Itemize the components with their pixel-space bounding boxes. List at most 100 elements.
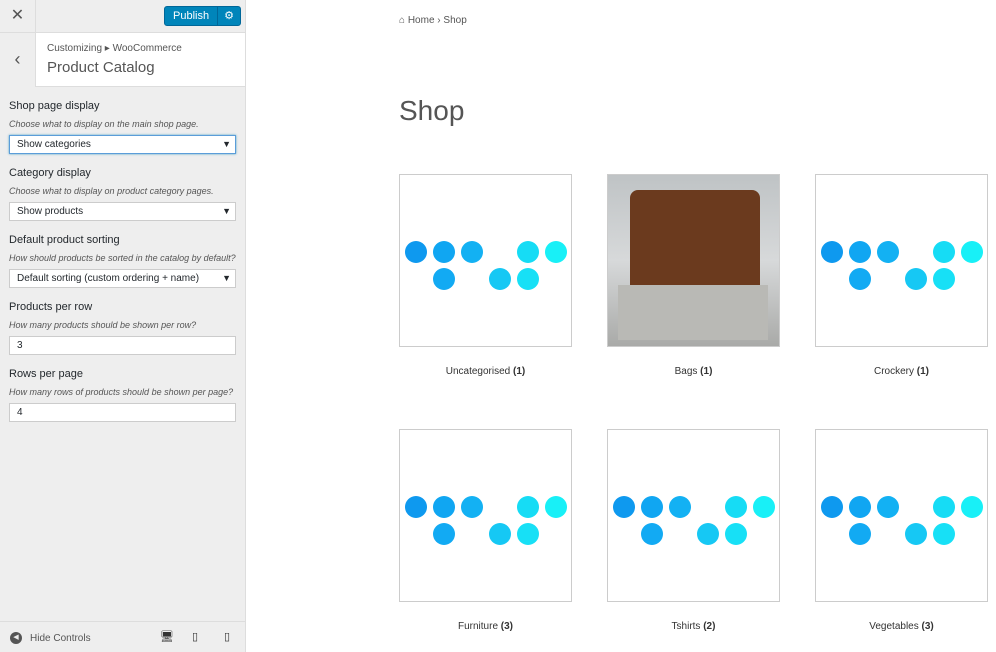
hide-controls-button[interactable]: ◀ Hide Controls xyxy=(10,632,91,644)
home-link[interactable]: Home xyxy=(408,15,435,26)
placeholder-dot xyxy=(433,523,455,545)
page-title: Shop xyxy=(399,95,465,126)
placeholder-dot xyxy=(877,496,899,518)
placeholder-dot xyxy=(405,241,427,263)
category-title[interactable]: Vegetables (3) xyxy=(815,621,988,632)
category-title[interactable]: Tshirts (2) xyxy=(607,621,780,632)
setting-description: How many products should be shown per ro… xyxy=(9,320,197,330)
dropdown-arrow-icon: ▼ xyxy=(222,206,231,216)
home-icon: ⌂ xyxy=(399,15,406,26)
dropdown-arrow-icon: ▼ xyxy=(222,139,231,149)
category-card[interactable]: Tshirts (2) xyxy=(607,429,780,632)
setting-select[interactable]: Default sorting (custom ordering + name)… xyxy=(9,269,236,288)
category-card[interactable]: Uncategorised (1) xyxy=(399,174,572,377)
setting-3: Products per row How many products shoul… xyxy=(9,301,236,355)
placeholder-dot xyxy=(933,241,955,263)
setting-description: How should products be sorted in the cat… xyxy=(9,253,236,263)
back-button[interactable]: ‹ xyxy=(0,33,36,87)
placeholder-dot xyxy=(725,496,747,518)
category-card[interactable]: Vegetables (3) xyxy=(815,429,988,632)
placeholder-dot xyxy=(821,496,843,518)
placeholder-dot xyxy=(433,496,455,518)
placeholder-dot xyxy=(697,523,719,545)
setting-label: Default product sorting xyxy=(9,234,120,246)
placeholder-dot xyxy=(641,496,663,518)
placeholder-dot xyxy=(821,241,843,263)
placeholder-dot xyxy=(405,496,427,518)
setting-label: Shop page display xyxy=(9,100,100,112)
breadcrumb-current: Shop xyxy=(443,15,467,26)
placeholder-dot xyxy=(961,241,983,263)
shop-preview: ⌂ Home › Shop Shop Uncategorised (1) Bags… xyxy=(246,0,996,652)
setting-input[interactable]: 3 xyxy=(9,336,236,355)
setting-1: Category display Choose what to display … xyxy=(9,167,236,221)
placeholder-dot xyxy=(849,241,871,263)
placeholder-dot xyxy=(613,496,635,518)
placeholder-dot xyxy=(517,268,539,290)
setting-2: Default product sorting How should produ… xyxy=(9,234,236,288)
category-title[interactable]: Bags (1) xyxy=(607,366,780,377)
setting-label: Products per row xyxy=(9,301,93,313)
publish-button[interactable]: Publish ⚙ xyxy=(164,6,241,26)
placeholder-dot xyxy=(849,496,871,518)
setting-select[interactable]: Show categories ▼ xyxy=(9,135,236,154)
setting-description: How many rows of products should be show… xyxy=(9,387,234,397)
category-card[interactable]: Furniture (3) xyxy=(399,429,572,632)
category-image[interactable] xyxy=(607,174,780,347)
desktop-preview-icon[interactable]: 🖥 xyxy=(160,630,174,643)
placeholder-dot xyxy=(961,496,983,518)
customizer-sidebar: ✕ Publish ⚙ ‹ Customizing ▸ WooCommerce P… xyxy=(0,0,246,652)
setting-label: Category display xyxy=(9,167,91,179)
placeholder-dot xyxy=(905,523,927,545)
category-image[interactable] xyxy=(607,429,780,602)
dropdown-arrow-icon: ▼ xyxy=(222,273,231,283)
placeholder-dot xyxy=(669,496,691,518)
select-value: Show products xyxy=(17,206,84,217)
placeholder-dot xyxy=(725,523,747,545)
placeholder-dot xyxy=(933,496,955,518)
select-value: Default sorting (custom ordering + name) xyxy=(17,273,200,284)
setting-4: Rows per page How many rows of products … xyxy=(9,368,236,422)
collapse-icon: ◀ xyxy=(10,632,22,644)
placeholder-dot xyxy=(517,523,539,545)
tablet-preview-icon[interactable]: ▯ xyxy=(192,630,198,643)
close-icon[interactable]: ✕ xyxy=(0,0,36,33)
bag-photo xyxy=(608,175,779,346)
category-image[interactable] xyxy=(399,174,572,347)
category-title[interactable]: Furniture (3) xyxy=(399,621,572,632)
placeholder-dot xyxy=(517,241,539,263)
publish-label[interactable]: Publish xyxy=(165,7,217,25)
placeholder-dot xyxy=(849,523,871,545)
setting-0: Shop page display Choose what to display… xyxy=(9,100,236,154)
category-card[interactable]: Crockery (1) xyxy=(815,174,988,377)
placeholder-dot xyxy=(517,496,539,518)
setting-description: Choose what to display on the main shop … xyxy=(9,119,199,129)
panel-title: Product Catalog xyxy=(47,59,155,76)
category-title[interactable]: Crockery (1) xyxy=(815,366,988,377)
mobile-preview-icon[interactable]: ▯ xyxy=(224,630,230,643)
select-value: Show categories xyxy=(17,139,91,150)
placeholder-dot xyxy=(849,268,871,290)
placeholder-dot xyxy=(489,523,511,545)
placeholder-dot xyxy=(545,241,567,263)
placeholder-dot xyxy=(461,241,483,263)
category-card[interactable]: Bags (1) xyxy=(607,174,780,377)
setting-input[interactable]: 4 xyxy=(9,403,236,422)
category-image[interactable] xyxy=(815,429,988,602)
placeholder-dot xyxy=(461,496,483,518)
setting-description: Choose what to display on product catego… xyxy=(9,186,214,196)
category-image[interactable] xyxy=(399,429,572,602)
gear-icon[interactable]: ⚙ xyxy=(217,7,240,25)
placeholder-dot xyxy=(545,496,567,518)
category-title[interactable]: Uncategorised (1) xyxy=(399,366,572,377)
placeholder-dot xyxy=(877,241,899,263)
setting-select[interactable]: Show products ▼ xyxy=(9,202,236,221)
setting-label: Rows per page xyxy=(9,368,83,380)
placeholder-dot xyxy=(933,268,955,290)
breadcrumb: Customizing ▸ WooCommerce xyxy=(47,43,182,54)
placeholder-dot xyxy=(433,268,455,290)
category-image[interactable] xyxy=(815,174,988,347)
placeholder-dot xyxy=(753,496,775,518)
breadcrumb: ⌂ Home › Shop xyxy=(399,15,467,26)
placeholder-dot xyxy=(433,241,455,263)
